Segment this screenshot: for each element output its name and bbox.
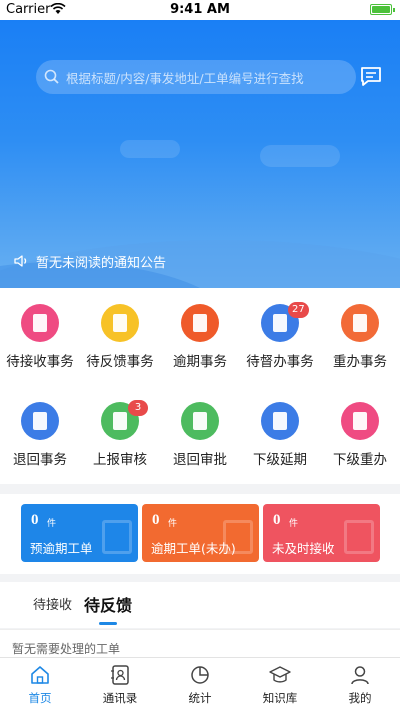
calendar-doc-icon (261, 402, 299, 440)
tab-pending-receive[interactable]: 待接收 (33, 594, 72, 613)
grid-item-pending-feedback[interactable]: 待反馈事务 (80, 288, 160, 378)
edit-doc-icon (344, 520, 374, 554)
folder-icon (341, 402, 379, 440)
nav-contacts[interactable]: 通讯录 (80, 658, 160, 710)
contacts-icon (111, 665, 129, 685)
grid-item-pending-supervise[interactable]: 27 待督办事务 (240, 288, 320, 378)
search-icon (44, 69, 59, 84)
work-order-tabs: 待接收 待反馈 (0, 582, 400, 628)
grid-item-label: 逾期事务 (173, 354, 227, 370)
pie-chart-icon (191, 666, 209, 684)
redo-doc-icon (341, 304, 379, 342)
status-bar: Carrier 9:41 AM (0, 0, 400, 20)
grid-item-sub-redo[interactable]: 下级重办 (320, 386, 400, 476)
card-overdue-unhandled[interactable]: 0 件 逾期工单(未办) (142, 504, 259, 562)
calendar-icon (223, 520, 253, 554)
nav-label: 首页 (28, 691, 52, 705)
bottom-nav: 首页 通讯录 统计 知识库 我的 (0, 657, 400, 710)
grid-item-redo[interactable]: 重办事务 (320, 288, 400, 378)
user-icon (351, 666, 369, 685)
notice-text: 暂无未阅读的通知公告 (36, 256, 167, 271)
document-icon (102, 520, 132, 554)
function-grid: 待接收事务 待反馈事务 逾期事务 27 待督办事务 重办事务 退回事务 3 上报… (0, 288, 400, 484)
grid-item-label: 待反馈事务 (86, 354, 154, 370)
inbox-icon (21, 304, 59, 342)
card-pre-overdue[interactable]: 0 件 预逾期工单 (21, 504, 138, 562)
feedback-icon (101, 304, 139, 342)
grid-item-returned[interactable]: 退回事务 (0, 386, 80, 476)
grid-item-pending-receive[interactable]: 待接收事务 (0, 288, 80, 378)
grid-item-report-review[interactable]: 3 上报审核 (80, 386, 160, 476)
alarm-icon (181, 304, 219, 342)
grid-item-label: 上报审核 (93, 452, 147, 468)
search-placeholder: 根据标题/内容/事发地址/工单编号进行查找 (66, 71, 304, 86)
card-title: 预逾期工单 (30, 541, 93, 556)
empty-text: 暂无需要处理的工单 (12, 642, 121, 656)
grid-item-label: 待督办事务 (246, 354, 314, 370)
nav-label: 知识库 (262, 691, 298, 705)
grid-item-label: 退回事务 (13, 452, 67, 468)
stat-cards: 0 件 预逾期工单 0 件 逾期工单(未办) 0 件 未及时接收 (0, 494, 400, 574)
search-input[interactable]: 根据标题/内容/事发地址/工单编号进行查找 (36, 60, 356, 94)
grid-item-overdue[interactable]: 逾期事务 (160, 288, 240, 378)
card-count: 0 (152, 512, 160, 528)
graduation-cap-icon (269, 666, 291, 683)
card-title: 未及时接收 (272, 541, 335, 556)
nav-label: 通讯录 (102, 691, 138, 705)
nav-label: 我的 (348, 691, 372, 705)
tab-indicator (99, 622, 117, 625)
message-icon[interactable] (359, 66, 383, 88)
nav-profile[interactable]: 我的 (320, 658, 400, 710)
approval-doc-icon (181, 402, 219, 440)
nav-home[interactable]: 首页 (0, 658, 80, 710)
grid-item-label: 下级延期 (253, 452, 307, 468)
grid-item-return-approval[interactable]: 退回审批 (160, 386, 240, 476)
card-unit: 件 (289, 519, 299, 529)
nav-stats[interactable]: 统计 (160, 658, 240, 710)
speaker-icon (14, 255, 27, 267)
card-count: 0 (31, 512, 39, 528)
tab-pending-feedback[interactable]: 待反馈 (84, 592, 132, 616)
count-badge: 27 (288, 302, 309, 318)
clock: 9:41 AM (170, 2, 230, 17)
nav-label: 统计 (188, 691, 212, 705)
app-screen: Carrier 9:41 AM 根据标题/内容/事发地址/工单编号进行查找 暂无… (0, 0, 400, 710)
grid-item-label: 下级重办 (333, 452, 387, 468)
grid-item-label: 退回审批 (173, 452, 227, 468)
grid-item-label: 待接收事务 (6, 354, 74, 370)
return-doc-icon (21, 402, 59, 440)
grid-item-sub-extension[interactable]: 下级延期 (240, 386, 320, 476)
card-unit: 件 (47, 519, 57, 529)
battery-icon (370, 4, 395, 15)
card-count: 0 (273, 512, 281, 528)
home-icon (31, 666, 49, 684)
card-unit: 件 (168, 519, 178, 529)
count-badge: 3 (128, 400, 148, 416)
empty-state: 暂无需要处理的工单 (0, 629, 400, 657)
header-banner: 根据标题/内容/事发地址/工单编号进行查找 暂无未阅读的通知公告 (0, 20, 400, 288)
nav-knowledge[interactable]: 知识库 (240, 658, 320, 710)
card-late-receive[interactable]: 0 件 未及时接收 (263, 504, 380, 562)
grid-item-label: 重办事务 (333, 354, 387, 370)
